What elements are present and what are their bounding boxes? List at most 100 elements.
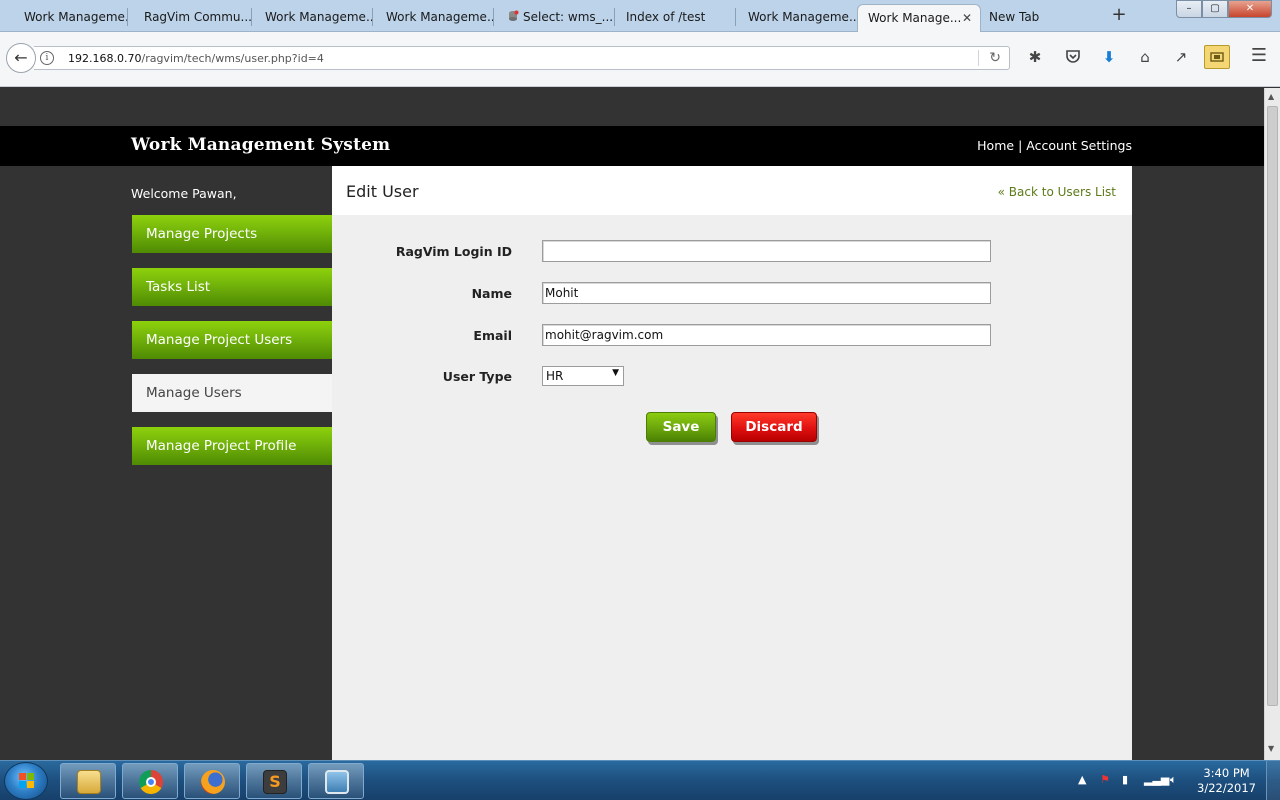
save-button[interactable]: Save	[646, 412, 716, 442]
action-center-flag-icon[interactable]: ⚑	[1100, 773, 1110, 786]
email-field[interactable]	[542, 324, 991, 346]
home-icon[interactable]: ⌂	[1134, 48, 1156, 68]
browser-tab[interactable]: Work Manageme...	[372, 4, 494, 32]
tab-label: Work Manageme...	[748, 10, 857, 24]
sidebar-item-manage-projects[interactable]: Manage Projects	[132, 215, 332, 253]
tool-icon[interactable]: ↗	[1170, 48, 1192, 68]
browser-tab[interactable]: Index of /test	[614, 4, 736, 32]
tab-label: Select: wms_...	[523, 10, 614, 24]
tab-label: RagVim Commu...	[144, 10, 252, 24]
chrome-taskbar-button[interactable]	[122, 763, 178, 799]
browser-tab[interactable]: New Tab	[980, 4, 1102, 32]
screenshot-icon[interactable]	[1204, 45, 1230, 69]
tab-label: Index of /test	[626, 10, 706, 24]
tab-label: New Tab	[989, 10, 1040, 24]
system-clock[interactable]: 3:40 PM 3/22/2017	[1197, 766, 1256, 796]
sublime-text-taskbar-button[interactable]: S	[246, 763, 302, 799]
edit-user-panel: Edit User « Back to Users List RagVim Lo…	[332, 166, 1132, 760]
volume-icon[interactable]: 🔈︎	[1170, 773, 1177, 787]
web-page: Work Management System Home | Account Sett…	[0, 88, 1264, 760]
start-button[interactable]	[4, 762, 48, 800]
nav-separator: |	[1018, 138, 1023, 153]
back-arrow-icon: ←	[14, 48, 28, 67]
url-text[interactable]: 192.168.0.70/ragvim/tech/wms/user.php?id…	[68, 52, 324, 65]
user-type-value: HR	[546, 369, 564, 383]
back-to-users-link[interactable]: « Back to Users List	[998, 185, 1116, 199]
back-button[interactable]: ←	[6, 43, 36, 73]
menu-icon[interactable]: ☰	[1248, 45, 1270, 66]
tab-label: Work Manageme...	[265, 10, 373, 24]
sidebar-item-label: Tasks List	[146, 279, 211, 295]
close-window-button[interactable]: ✕	[1228, 0, 1272, 18]
pocket-icon[interactable]	[1062, 48, 1084, 68]
site-info-icon[interactable]: i	[40, 51, 54, 65]
browser-tab-active[interactable]: Work Manage... ✕	[857, 4, 981, 32]
firefox-taskbar-button[interactable]	[184, 763, 240, 799]
name-label: Name	[471, 286, 512, 301]
sidebar-item-label: Manage Projects	[146, 226, 258, 242]
browser-tab[interactable]: Work Manageme...	[251, 4, 373, 32]
name-field[interactable]	[542, 282, 991, 304]
taskbar: S ▲ ⚑ ▮ ▂▃▅ 🔈︎ 3:40 PM 3/22/2017	[0, 760, 1280, 800]
sidebar-item-manage-project-profile[interactable]: Manage Project Profile	[132, 427, 332, 465]
show-desktop-button[interactable]	[1266, 761, 1280, 800]
browser-navbar: i 192.168.0.70/ragvim/tech/wms/user.php?…	[0, 32, 1280, 87]
image-viewer-icon	[325, 770, 349, 794]
sidebar-item-label: Manage Project Users	[146, 332, 293, 348]
reload-icon[interactable]: ↻	[989, 50, 1001, 66]
show-hidden-icons-icon[interactable]: ▲	[1078, 773, 1086, 786]
firefox-icon	[201, 770, 225, 794]
sidebar-item-label: Manage Project Profile	[146, 438, 297, 454]
maximize-button[interactable]: ▢	[1202, 0, 1228, 18]
browser-tab[interactable]: RagVim Commu...	[130, 4, 252, 32]
browser-tab[interactable]: Work Manageme...	[10, 4, 128, 32]
tab-label: Work Manage...	[868, 11, 962, 25]
account-settings-link[interactable]: Account Settings	[1026, 138, 1132, 153]
window-controls: – ▢ ✕	[1176, 0, 1272, 18]
header-nav: Home | Account Settings	[977, 138, 1132, 153]
email-label: Email	[473, 328, 512, 343]
url-host: 192.168.0.70	[68, 52, 142, 65]
new-tab-button[interactable]: +	[1110, 4, 1128, 26]
browser-tab[interactable]: Select: wms_...	[493, 4, 615, 32]
login-id-field[interactable]	[542, 240, 991, 262]
clock-date: 3/22/2017	[1197, 781, 1256, 795]
folder-icon	[77, 770, 101, 794]
file-explorer-taskbar-button[interactable]	[60, 763, 116, 799]
database-icon	[509, 10, 519, 21]
sidebar-item-tasks-list[interactable]: Tasks List	[132, 268, 332, 306]
browser-tab-strip: Work Manageme... RagVim Commu... Work Ma…	[0, 0, 1280, 32]
extension-icon[interactable]: ✱	[1024, 48, 1046, 68]
windows-logo-icon	[19, 773, 35, 789]
user-type-select[interactable]: HR ▼	[542, 366, 624, 386]
discard-button[interactable]: Discard	[731, 412, 817, 442]
site-header: Work Management System Home | Account Sett…	[0, 126, 1264, 166]
home-link[interactable]: Home	[977, 138, 1014, 153]
panel-header: Edit User « Back to Users List	[332, 166, 1132, 215]
sidebar-item-manage-project-users[interactable]: Manage Project Users	[132, 321, 332, 359]
download-icon[interactable]: ⬇	[1098, 48, 1120, 68]
sublime-text-icon: S	[263, 770, 287, 794]
login-id-label: RagVim Login ID	[395, 244, 512, 259]
network-signal-icon[interactable]: ▂▃▅	[1144, 773, 1169, 786]
tab-label: Work Manageme...	[386, 10, 494, 24]
address-bar[interactable]: i 192.168.0.70/ragvim/tech/wms/user.php?…	[34, 46, 1010, 70]
browser-tab[interactable]: Work Manageme...	[735, 4, 857, 32]
scroll-up-icon[interactable]: ▲	[1268, 92, 1274, 101]
url-path: /ragvim/tech/wms/user.php?id=4	[141, 52, 324, 65]
site-title: Work Management System	[131, 135, 391, 155]
page-title: Edit User	[346, 182, 419, 201]
user-type-label: User Type	[442, 369, 512, 384]
power-icon[interactable]: ▮	[1122, 773, 1128, 786]
close-tab-icon[interactable]: ✕	[962, 11, 972, 25]
image-viewer-taskbar-button[interactable]	[308, 763, 364, 799]
minimize-button[interactable]: –	[1176, 0, 1202, 18]
scrollbar-thumb[interactable]	[1267, 106, 1278, 706]
chrome-icon	[139, 770, 163, 794]
page-scrollbar[interactable]: ▲ ▼	[1264, 88, 1280, 760]
clock-time: 3:40 PM	[1203, 766, 1250, 780]
chevron-down-icon: ▼	[612, 368, 619, 378]
sidebar-item-manage-users[interactable]: Manage Users	[132, 374, 332, 412]
scroll-down-icon[interactable]: ▼	[1268, 744, 1274, 753]
tab-label: Work Manageme...	[24, 10, 128, 24]
